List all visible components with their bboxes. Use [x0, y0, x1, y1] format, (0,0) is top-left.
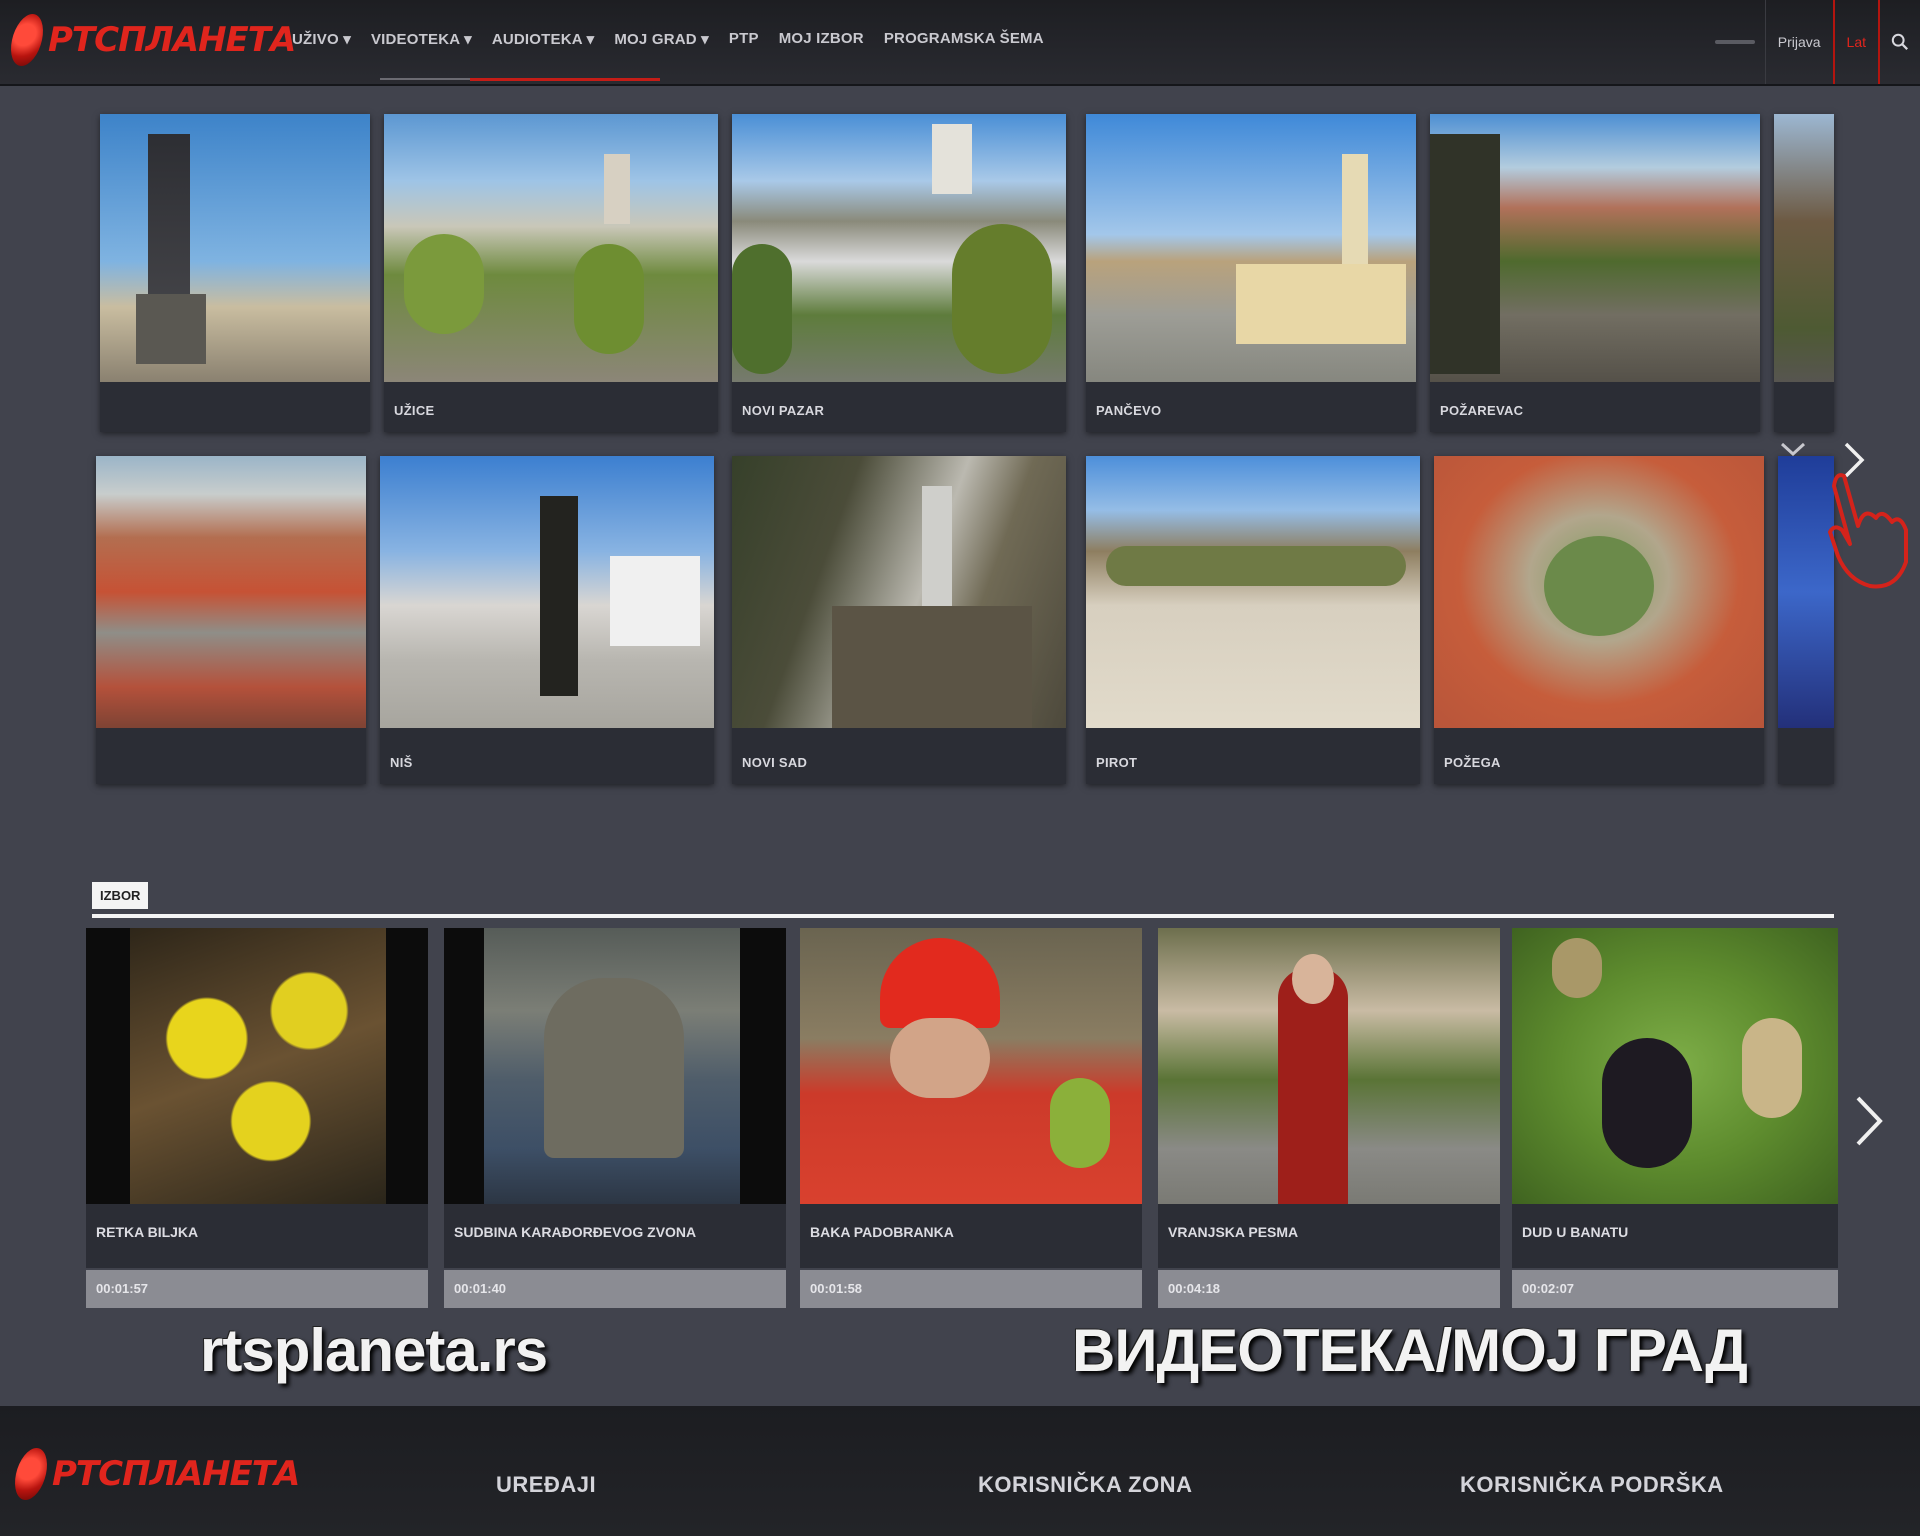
city-tile[interactable]: PIROT — [1086, 456, 1420, 784]
video-title-bar: DUD U BANATU — [1512, 1204, 1838, 1268]
city-tile-partial[interactable] — [1774, 114, 1834, 432]
login-field[interactable] — [1714, 40, 1755, 44]
city-name: POŽAREVAC — [1440, 403, 1524, 418]
nav-item-moj-grad[interactable]: MOJ GRAD ▾ — [604, 24, 719, 54]
chevron-right-icon[interactable] — [1852, 1092, 1886, 1150]
footer-link-uredjaji[interactable]: UREĐAJI — [496, 1472, 596, 1498]
city-tile[interactable] — [96, 456, 366, 784]
video-thumbnail — [444, 928, 786, 1204]
video-card[interactable]: BAKA PADOBRANKA 00:01:58 — [800, 928, 1142, 1312]
nav-active-indicator — [470, 78, 660, 81]
main-menu: UŽIVO ▾ VIDEOTEKA ▾ AUDIOTEKA ▾ MOJ GRAD… — [282, 24, 1054, 54]
nav-item-videoteka[interactable]: VIDEOTEKA ▾ — [361, 24, 482, 54]
izbor-divider — [92, 914, 1834, 918]
city-name: UŽICE — [394, 403, 435, 418]
video-thumbnail — [1512, 928, 1838, 1204]
video-overlay-url: rtsplaneta.rs — [200, 1317, 548, 1384]
search-icon[interactable] — [1880, 0, 1920, 84]
city-thumbnail — [380, 456, 714, 728]
city-name: POŽEGA — [1444, 755, 1501, 770]
video-title-bar: BAKA PADOBRANKA — [800, 1204, 1142, 1268]
nav-divider — [380, 78, 470, 80]
footer-logo[interactable]: РТСПЛАНЕТА — [10, 1448, 300, 1500]
city-tile[interactable]: UŽICE — [384, 114, 718, 432]
video-title: DUD U BANATU — [1522, 1224, 1629, 1240]
video-duration-bar: 00:01:40 — [444, 1270, 786, 1308]
city-tile[interactable]: NOVI PAZAR — [732, 114, 1066, 432]
video-card[interactable]: RETKA BILJKA 00:01:57 — [86, 928, 428, 1312]
logo-text: РТСПЛАНЕТА — [52, 1454, 300, 1494]
video-duration: 00:01:40 — [454, 1281, 507, 1296]
city-tile[interactable]: NOVI SAD — [732, 456, 1066, 784]
city-thumbnail — [732, 456, 1066, 728]
video-duration: 00:01:58 — [810, 1281, 863, 1296]
video-title: SUDBINA KARAĐORĐEVOG ZVONA — [454, 1224, 697, 1240]
nav-item-ptp[interactable]: PTP — [719, 24, 769, 54]
city-thumbnail — [732, 114, 1066, 382]
rts-planeta-logo[interactable]: РТСПЛАНЕТА — [6, 14, 296, 66]
video-thumbnail — [86, 928, 428, 1204]
city-name: PANČEVO — [1096, 403, 1162, 418]
footer-link-korisnicka-podrska[interactable]: KORISNIČKA PODRŠKA — [1460, 1472, 1724, 1498]
video-title-bar: SUDBINA KARAĐORĐEVOG ZVONA — [444, 1204, 786, 1268]
city-thumbnail — [1086, 114, 1416, 382]
video-duration: 00:02:07 — [1522, 1281, 1575, 1296]
video-duration-bar: 00:04:18 — [1158, 1270, 1500, 1308]
city-thumbnail — [1086, 456, 1420, 728]
city-tile[interactable]: NIŠ — [380, 456, 714, 784]
video-duration-bar: 00:01:57 — [86, 1270, 428, 1308]
nav-item-audioteka[interactable]: AUDIOTEKA ▾ — [482, 24, 605, 54]
video-duration: 00:01:57 — [96, 1281, 149, 1296]
video-card[interactable]: SUDBINA KARAĐORĐEVOG ZVONA 00:01:40 — [444, 928, 786, 1312]
city-tile[interactable]: PANČEVO — [1086, 114, 1416, 432]
city-thumbnail — [1434, 456, 1764, 728]
city-tile[interactable] — [100, 114, 370, 432]
chevron-down-icon[interactable] — [1778, 440, 1808, 460]
city-thumbnail — [96, 456, 366, 728]
video-title: BAKA PADOBRANKA — [810, 1224, 954, 1240]
logo-mark-icon — [6, 14, 48, 66]
city-thumbnail — [100, 114, 370, 382]
video-thumbnail — [800, 928, 1142, 1204]
logo-mark-icon — [10, 1448, 52, 1500]
video-duration: 00:04:18 — [1168, 1281, 1221, 1296]
video-overlay-title: ВИДЕОТЕКА/МОЈ ГРАД — [1072, 1317, 1748, 1384]
video-title: RETKA BILJKA — [96, 1224, 199, 1240]
city-thumbnail — [384, 114, 718, 382]
nav-item-moj-izbor[interactable]: MOJ IZBOR — [769, 24, 874, 54]
footer-link-korisnicka-zona[interactable]: KORISNIČKA ZONA — [978, 1472, 1192, 1498]
city-name: NIŠ — [390, 755, 413, 770]
video-card[interactable]: DUD U BANATU 00:02:07 — [1512, 928, 1838, 1312]
city-tile[interactable]: POŽEGA — [1434, 456, 1764, 784]
city-thumbnail — [1774, 114, 1834, 382]
hand-pointer-icon — [1828, 473, 1908, 589]
video-title: VRANJSKA PESMA — [1168, 1224, 1299, 1240]
video-duration-bar: 00:01:58 — [800, 1270, 1142, 1308]
top-right-controls: Prijava Lat — [1714, 0, 1920, 84]
video-thumbnail — [1158, 928, 1500, 1204]
city-name: PIROT — [1096, 755, 1138, 770]
top-navigation-bar: РТСПЛАНЕТА UŽIVO ▾ VIDEOTEKA ▾ AUDIOTEKA… — [0, 0, 1920, 86]
video-duration-bar: 00:02:07 — [1512, 1270, 1838, 1308]
video-title-bar: RETKA BILJKA — [86, 1204, 428, 1268]
city-name: NOVI PAZAR — [742, 403, 825, 418]
nav-item-programska-sema[interactable]: PROGRAMSKA ŠEMA — [874, 24, 1054, 54]
city-tile[interactable]: POŽAREVAC — [1430, 114, 1760, 432]
language-switch[interactable]: Lat — [1832, 0, 1880, 84]
video-card[interactable]: VRANJSKA PESMA 00:04:18 — [1158, 928, 1500, 1312]
nav-item-uzivo[interactable]: UŽIVO ▾ — [282, 24, 361, 54]
city-thumbnail — [1430, 114, 1760, 382]
logo-text: РТСПЛАНЕТА — [48, 20, 296, 60]
video-title-bar: VRANJSKA PESMA — [1158, 1204, 1500, 1268]
footer: РТСПЛАНЕТА UREĐAJI KORISNIČKA ZONA KORIS… — [0, 1406, 1920, 1536]
city-name: NOVI SAD — [742, 755, 808, 770]
login-link[interactable]: Prijava — [1764, 0, 1833, 84]
izbor-section-label: IZBOR — [92, 882, 149, 909]
